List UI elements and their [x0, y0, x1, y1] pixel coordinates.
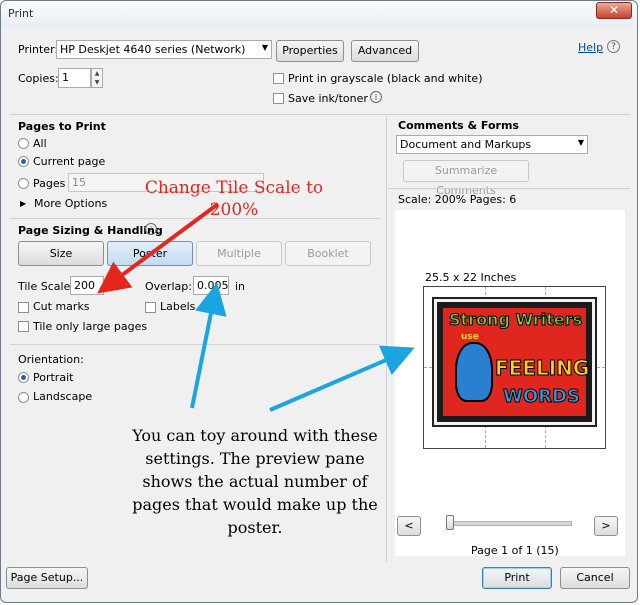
landscape-radio[interactable]	[18, 392, 29, 403]
pages-radio[interactable]	[18, 178, 29, 189]
overlap-value: 0.005	[197, 279, 229, 292]
copies-spin-buttons[interactable]: ▲ ▼	[91, 68, 103, 88]
sizing-divider	[10, 344, 380, 345]
tab-poster[interactable]: Poster	[107, 241, 193, 266]
copies-label: Copies:	[18, 72, 59, 85]
next-page-button[interactable]: >	[594, 516, 618, 536]
poster-globe	[455, 342, 493, 402]
close-button[interactable]: ✕	[596, 2, 632, 19]
poster-line3: FEELING	[494, 356, 590, 381]
tab-booklet[interactable]: Booklet	[285, 241, 371, 266]
more-options-toggle[interactable]: More Options	[34, 197, 107, 210]
cut-marks-label: Cut marks	[33, 300, 90, 313]
comments-select-value: Document and Markups	[400, 138, 532, 151]
print-button[interactable]: Print	[482, 567, 552, 589]
current-page-label: Current page	[33, 155, 106, 168]
save-ink-label: Save ink/toner	[288, 92, 368, 105]
portrait-radio[interactable]	[18, 372, 29, 383]
current-page-radio[interactable]	[18, 156, 29, 167]
tab-multiple[interactable]: Multiple	[196, 241, 282, 266]
chevron-down-icon: ▼	[577, 138, 584, 147]
copies-value: 1	[62, 71, 69, 84]
page-slider-thumb[interactable]	[446, 515, 454, 530]
preview-size-label: 25.5 x 22 Inches	[425, 271, 517, 284]
preview-page: Strong Writers use FEELING WORDS	[423, 286, 606, 449]
page-setup-button[interactable]: Page Setup...	[6, 567, 88, 589]
printer-select-value: HP Deskjet 4640 series (Network)	[60, 43, 246, 56]
labels-label: Labels	[160, 300, 196, 313]
title-bar	[1, 1, 637, 27]
pages-to-print-title: Pages to Print	[18, 120, 106, 133]
page-sizing-title: Page Sizing & Handling	[18, 224, 163, 237]
copies-stepper[interactable]: 1	[58, 68, 91, 88]
comments-select[interactable]: Document and Markups ▼	[396, 135, 588, 154]
blue-annotation: You can toy around with these settings. …	[132, 426, 378, 537]
poster-image: Strong Writers use FEELING WORDS	[434, 299, 595, 425]
tile-scale-unit: %	[110, 280, 121, 293]
prev-page-button[interactable]: <	[397, 516, 421, 536]
save-ink-checkbox[interactable]	[273, 93, 284, 104]
tile-large-checkbox[interactable]	[18, 321, 29, 332]
poster-line1: Strong Writers	[448, 310, 583, 330]
grayscale-label: Print in grayscale (black and white)	[288, 72, 483, 85]
preview-scale-info: Scale: 200% Pages: 6	[398, 193, 517, 206]
labels-checkbox[interactable]	[145, 302, 156, 313]
triangle-right-icon[interactable]: ▶	[20, 199, 26, 208]
orientation-title: Orientation:	[18, 353, 84, 366]
info-icon[interactable]: i	[370, 91, 382, 103]
tab-size[interactable]: Size	[18, 241, 104, 266]
summarize-comments-button[interactable]: Summarize Comments	[403, 160, 529, 197]
tile-scale-value: 200	[74, 279, 95, 292]
close-icon: ✕	[608, 3, 620, 17]
cut-marks-checkbox[interactable]	[18, 302, 29, 313]
printer-select[interactable]: HP Deskjet 4640 series (Network) ▼	[56, 40, 272, 59]
portrait-label: Portrait	[33, 371, 74, 384]
poster-line4: WORDS	[503, 386, 581, 408]
overlap-unit: in	[235, 280, 246, 293]
all-pages-label: All	[33, 137, 47, 150]
comments-forms-title: Comments & Forms	[398, 119, 519, 132]
properties-button[interactable]: Properties	[276, 40, 344, 62]
cancel-button[interactable]: Cancel	[560, 567, 630, 589]
all-pages-radio[interactable]	[18, 138, 29, 149]
chevron-down-icon: ▼	[261, 43, 268, 52]
grayscale-checkbox[interactable]	[273, 73, 284, 84]
overlap-input[interactable]: 0.005	[193, 276, 229, 295]
advanced-button[interactable]: Advanced	[351, 40, 419, 62]
sizing-info-icon[interactable]: i	[145, 223, 157, 235]
printer-label: Printer:	[18, 43, 59, 56]
tile-scale-input[interactable]: 200	[70, 276, 104, 295]
help-icon[interactable]: ?	[607, 40, 620, 53]
page-slider[interactable]	[446, 521, 572, 526]
comments-divider	[388, 188, 630, 189]
landscape-label: Landscape	[33, 390, 93, 403]
top-divider	[10, 114, 630, 115]
red-annotation: Change Tile Scale to 200%	[144, 178, 324, 220]
page-info: Page 1 of 1 (15)	[471, 544, 559, 557]
pages-range-value: 15	[72, 176, 86, 189]
poster-line2: use	[461, 332, 479, 342]
window-title: Print	[8, 7, 34, 20]
tile-large-label: Tile only large pages	[33, 320, 148, 333]
overlap-label: Overlap:	[145, 280, 192, 293]
pages-label: Pages	[33, 177, 66, 190]
help-link[interactable]: Help	[578, 41, 603, 54]
tile-scale-label: Tile Scale:	[18, 280, 75, 293]
